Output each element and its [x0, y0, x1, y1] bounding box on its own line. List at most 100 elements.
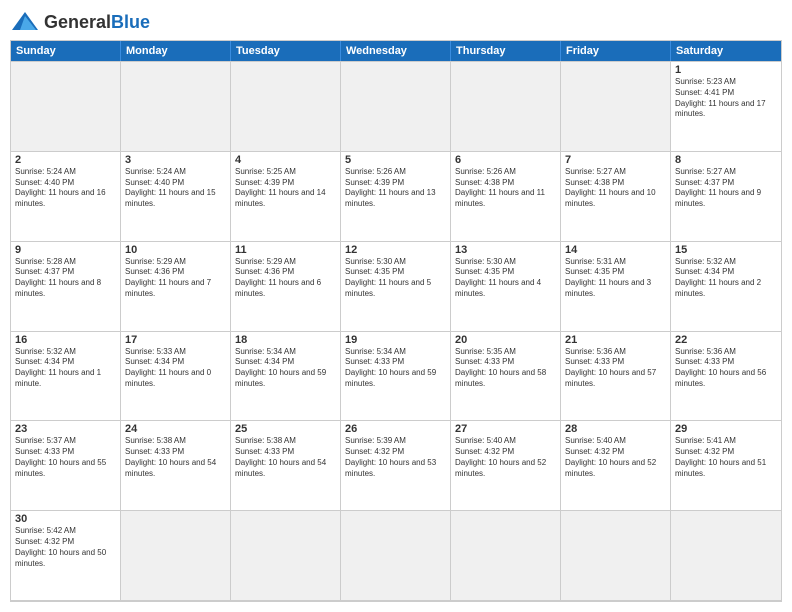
logo: GeneralBlue — [10, 10, 150, 34]
calendar-cell: 8Sunrise: 5:27 AM Sunset: 4:37 PM Daylig… — [671, 152, 781, 242]
day-headers: SundayMondayTuesdayWednesdayThursdayFrid… — [11, 41, 781, 61]
day-number: 2 — [15, 154, 116, 166]
header: GeneralBlue — [10, 10, 782, 34]
day-number: 20 — [455, 334, 556, 346]
cell-info: Sunrise: 5:26 AM Sunset: 4:39 PM Dayligh… — [345, 167, 446, 210]
day-header: Wednesday — [341, 41, 451, 61]
cell-info: Sunrise: 5:24 AM Sunset: 4:40 PM Dayligh… — [125, 167, 226, 210]
day-number: 15 — [675, 244, 777, 256]
cell-info: Sunrise: 5:35 AM Sunset: 4:33 PM Dayligh… — [455, 347, 556, 390]
empty-cell — [451, 511, 561, 601]
calendar-cell: 18Sunrise: 5:34 AM Sunset: 4:34 PM Dayli… — [231, 332, 341, 422]
calendar-cell: 17Sunrise: 5:33 AM Sunset: 4:34 PM Dayli… — [121, 332, 231, 422]
cell-info: Sunrise: 5:27 AM Sunset: 4:37 PM Dayligh… — [675, 167, 777, 210]
cell-info: Sunrise: 5:40 AM Sunset: 4:32 PM Dayligh… — [565, 436, 666, 479]
day-number: 27 — [455, 423, 556, 435]
calendar-cell: 11Sunrise: 5:29 AM Sunset: 4:36 PM Dayli… — [231, 242, 341, 332]
cell-info: Sunrise: 5:38 AM Sunset: 4:33 PM Dayligh… — [125, 436, 226, 479]
empty-cell — [671, 511, 781, 601]
cell-info: Sunrise: 5:33 AM Sunset: 4:34 PM Dayligh… — [125, 347, 226, 390]
cell-info: Sunrise: 5:42 AM Sunset: 4:32 PM Dayligh… — [15, 526, 116, 569]
day-header: Sunday — [11, 41, 121, 61]
calendar-cell: 5Sunrise: 5:26 AM Sunset: 4:39 PM Daylig… — [341, 152, 451, 242]
calendar-cell: 13Sunrise: 5:30 AM Sunset: 4:35 PM Dayli… — [451, 242, 561, 332]
day-number: 18 — [235, 334, 336, 346]
calendar-cell: 20Sunrise: 5:35 AM Sunset: 4:33 PM Dayli… — [451, 332, 561, 422]
cell-info: Sunrise: 5:41 AM Sunset: 4:32 PM Dayligh… — [675, 436, 777, 479]
calendar-cell: 12Sunrise: 5:30 AM Sunset: 4:35 PM Dayli… — [341, 242, 451, 332]
cell-info: Sunrise: 5:27 AM Sunset: 4:38 PM Dayligh… — [565, 167, 666, 210]
cell-info: Sunrise: 5:23 AM Sunset: 4:41 PM Dayligh… — [675, 77, 777, 120]
day-number: 29 — [675, 423, 777, 435]
day-number: 7 — [565, 154, 666, 166]
calendar-cell: 25Sunrise: 5:38 AM Sunset: 4:33 PM Dayli… — [231, 421, 341, 511]
logo-text: GeneralBlue — [44, 12, 150, 33]
day-header: Saturday — [671, 41, 781, 61]
calendar-cell: 30Sunrise: 5:42 AM Sunset: 4:32 PM Dayli… — [11, 511, 121, 601]
empty-cell — [231, 62, 341, 152]
day-number: 5 — [345, 154, 446, 166]
cell-info: Sunrise: 5:32 AM Sunset: 4:34 PM Dayligh… — [15, 347, 116, 390]
day-number: 30 — [15, 513, 116, 525]
day-number: 26 — [345, 423, 446, 435]
empty-cell — [561, 511, 671, 601]
calendar-cell: 19Sunrise: 5:34 AM Sunset: 4:33 PM Dayli… — [341, 332, 451, 422]
page: GeneralBlue SundayMondayTuesdayWednesday… — [0, 0, 792, 612]
cell-info: Sunrise: 5:34 AM Sunset: 4:33 PM Dayligh… — [345, 347, 446, 390]
day-number: 21 — [565, 334, 666, 346]
calendar-cell: 28Sunrise: 5:40 AM Sunset: 4:32 PM Dayli… — [561, 421, 671, 511]
cell-info: Sunrise: 5:26 AM Sunset: 4:38 PM Dayligh… — [455, 167, 556, 210]
calendar-cell: 4Sunrise: 5:25 AM Sunset: 4:39 PM Daylig… — [231, 152, 341, 242]
day-number: 28 — [565, 423, 666, 435]
cell-info: Sunrise: 5:37 AM Sunset: 4:33 PM Dayligh… — [15, 436, 116, 479]
day-number: 6 — [455, 154, 556, 166]
calendar-cell: 10Sunrise: 5:29 AM Sunset: 4:36 PM Dayli… — [121, 242, 231, 332]
day-number: 16 — [15, 334, 116, 346]
day-number: 23 — [15, 423, 116, 435]
calendar-cell: 14Sunrise: 5:31 AM Sunset: 4:35 PM Dayli… — [561, 242, 671, 332]
empty-cell — [341, 62, 451, 152]
cell-info: Sunrise: 5:24 AM Sunset: 4:40 PM Dayligh… — [15, 167, 116, 210]
calendar-cell: 7Sunrise: 5:27 AM Sunset: 4:38 PM Daylig… — [561, 152, 671, 242]
cell-info: Sunrise: 5:34 AM Sunset: 4:34 PM Dayligh… — [235, 347, 336, 390]
day-number: 8 — [675, 154, 777, 166]
empty-cell — [121, 511, 231, 601]
cell-info: Sunrise: 5:40 AM Sunset: 4:32 PM Dayligh… — [455, 436, 556, 479]
cell-info: Sunrise: 5:30 AM Sunset: 4:35 PM Dayligh… — [345, 257, 446, 300]
cell-info: Sunrise: 5:29 AM Sunset: 4:36 PM Dayligh… — [125, 257, 226, 300]
cell-info: Sunrise: 5:28 AM Sunset: 4:37 PM Dayligh… — [15, 257, 116, 300]
day-number: 4 — [235, 154, 336, 166]
calendar-cell: 9Sunrise: 5:28 AM Sunset: 4:37 PM Daylig… — [11, 242, 121, 332]
empty-cell — [561, 62, 671, 152]
empty-cell — [451, 62, 561, 152]
calendar: SundayMondayTuesdayWednesdayThursdayFrid… — [10, 40, 782, 602]
cell-info: Sunrise: 5:29 AM Sunset: 4:36 PM Dayligh… — [235, 257, 336, 300]
calendar-cell: 2Sunrise: 5:24 AM Sunset: 4:40 PM Daylig… — [11, 152, 121, 242]
calendar-cell: 26Sunrise: 5:39 AM Sunset: 4:32 PM Dayli… — [341, 421, 451, 511]
calendar-cell: 23Sunrise: 5:37 AM Sunset: 4:33 PM Dayli… — [11, 421, 121, 511]
day-number: 1 — [675, 64, 777, 76]
day-number: 12 — [345, 244, 446, 256]
calendar-cell: 1Sunrise: 5:23 AM Sunset: 4:41 PM Daylig… — [671, 62, 781, 152]
day-number: 13 — [455, 244, 556, 256]
cell-info: Sunrise: 5:31 AM Sunset: 4:35 PM Dayligh… — [565, 257, 666, 300]
empty-cell — [11, 62, 121, 152]
day-number: 24 — [125, 423, 226, 435]
empty-cell — [121, 62, 231, 152]
empty-cell — [231, 511, 341, 601]
calendar-cell: 16Sunrise: 5:32 AM Sunset: 4:34 PM Dayli… — [11, 332, 121, 422]
calendar-cell: 21Sunrise: 5:36 AM Sunset: 4:33 PM Dayli… — [561, 332, 671, 422]
day-number: 9 — [15, 244, 116, 256]
calendar-cell: 6Sunrise: 5:26 AM Sunset: 4:38 PM Daylig… — [451, 152, 561, 242]
day-number: 14 — [565, 244, 666, 256]
day-header: Thursday — [451, 41, 561, 61]
day-number: 3 — [125, 154, 226, 166]
day-number: 10 — [125, 244, 226, 256]
cell-info: Sunrise: 5:36 AM Sunset: 4:33 PM Dayligh… — [675, 347, 777, 390]
calendar-grid: 1Sunrise: 5:23 AM Sunset: 4:41 PM Daylig… — [11, 61, 781, 601]
day-number: 17 — [125, 334, 226, 346]
day-number: 22 — [675, 334, 777, 346]
cell-info: Sunrise: 5:39 AM Sunset: 4:32 PM Dayligh… — [345, 436, 446, 479]
cell-info: Sunrise: 5:36 AM Sunset: 4:33 PM Dayligh… — [565, 347, 666, 390]
calendar-cell: 27Sunrise: 5:40 AM Sunset: 4:32 PM Dayli… — [451, 421, 561, 511]
